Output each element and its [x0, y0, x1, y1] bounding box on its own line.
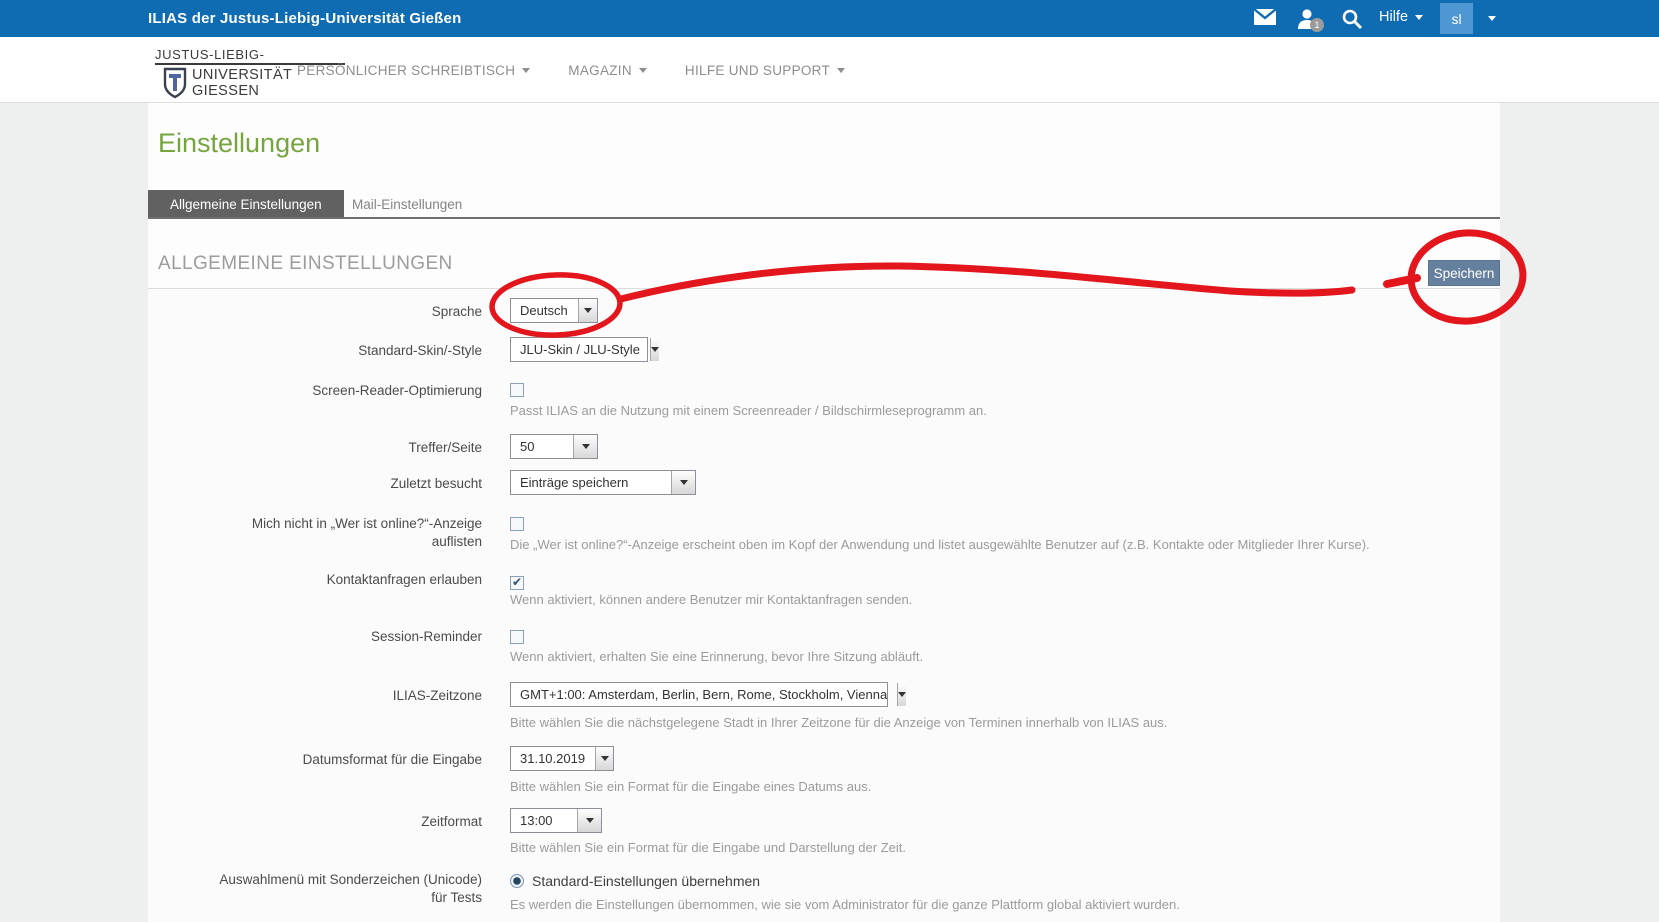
dropdown-arrow-icon[interactable]	[650, 338, 659, 361]
zuletzt-select[interactable]: Einträge speichern	[510, 470, 696, 495]
field-label: Datumsformat für die Eingabe	[148, 751, 482, 769]
main-nav: PERSÖNLICHER SCHREIBTISCH MAGAZIN HILFE …	[297, 37, 845, 103]
field-label: Standard-Skin/-Style	[148, 342, 482, 360]
field-help: Bitte wählen Sie die nächstgelegene Stad…	[510, 715, 1167, 730]
dropdown-arrow-icon[interactable]	[671, 471, 695, 494]
dropdown-arrow-icon[interactable]	[578, 299, 597, 322]
tab-allgemeine-einstellungen[interactable]: Allgemeine Einstellungen	[148, 190, 344, 218]
wer-ist-online-checkbox[interactable]	[510, 517, 524, 531]
field-help: Wenn aktiviert, können andere Benutzer m…	[510, 592, 912, 607]
selected-value: Einträge speichern	[511, 471, 638, 494]
chevron-down-icon	[639, 68, 647, 73]
section-title: ALLGEMEINE EINSTELLUNGEN	[158, 253, 453, 275]
help-menu[interactable]: Hilfe	[1379, 9, 1423, 25]
datumsformat-select[interactable]: 31.10.2019	[510, 746, 614, 771]
help-menu-label: Hilfe	[1379, 9, 1408, 25]
user-menu-chevron-icon[interactable]	[1488, 16, 1496, 21]
field-help: Es werden die Einstellungen übernommen, …	[510, 897, 1180, 912]
chevron-down-icon	[522, 68, 530, 73]
field-label: Treffer/Seite	[148, 439, 482, 457]
logo-text-block: UNIVERSITÄT GIESSEN	[192, 67, 292, 99]
selected-value: Deutsch	[511, 299, 578, 322]
selected-value: 13:00	[511, 809, 563, 832]
field-help: Bitte wählen Sie ein Format für die Eing…	[510, 779, 871, 794]
field-label: Zuletzt besucht	[148, 475, 482, 493]
field-label: Sprache	[148, 303, 482, 321]
dropdown-arrow-icon[interactable]	[573, 435, 597, 458]
field-label: Screen-Reader-Optimierung	[148, 382, 482, 400]
top-bar: ILIAS der Justus-Liebig-Universität Gieß…	[0, 0, 1659, 37]
field-label: Mich nicht in „Wer ist online?“-Anzeigea…	[148, 515, 482, 551]
nav-item-magazin[interactable]: MAGAZIN	[568, 63, 647, 78]
notification-badge: 1	[1310, 18, 1324, 32]
screenreader-checkbox[interactable]	[510, 383, 524, 397]
selected-value: 31.10.2019	[511, 747, 595, 770]
user-menu[interactable]: sl	[1440, 3, 1473, 34]
field-label: Auswahlmenü mit Sonderzeichen (Unicode)f…	[148, 871, 482, 907]
zeitzone-select[interactable]: GMT+1:00: Amsterdam, Berlin, Bern, Rome,…	[510, 682, 888, 707]
selected-value: JLU-Skin / JLU-Style	[511, 338, 650, 361]
nav-item-label: PERSÖNLICHER SCHREIBTISCH	[297, 63, 515, 78]
field-label: Zeitformat	[148, 813, 482, 831]
mail-icon[interactable]	[1253, 8, 1277, 26]
tab-bar-border	[148, 217, 1500, 219]
page-title: Einstellungen	[158, 128, 320, 159]
selected-value: GMT+1:00: Amsterdam, Berlin, Bern, Rome,…	[511, 683, 897, 706]
logo-text-line3: GIESSEN	[192, 83, 292, 99]
main-header: JUSTUS-LIEBIG- UNIVERSITÄT GIESSEN PERSÖ…	[0, 37, 1659, 103]
standard-einstellungen-radio[interactable]	[510, 874, 524, 888]
nav-item-personal-desktop[interactable]: PERSÖNLICHER SCHREIBTISCH	[297, 63, 530, 78]
field-help: Die „Wer ist online?“-Anzeige erscheint …	[510, 537, 1370, 552]
kontaktanfragen-checkbox[interactable]	[510, 576, 524, 590]
nav-item-help-support[interactable]: HILFE UND SUPPORT	[685, 63, 845, 78]
save-button[interactable]: Speichern	[1428, 260, 1500, 286]
app-title: ILIAS der Justus-Liebig-Universität Gieß…	[148, 10, 461, 27]
field-label: Kontaktanfragen erlauben	[148, 571, 482, 589]
dropdown-arrow-icon[interactable]	[595, 747, 613, 770]
field-label: ILIAS-Zeitzone	[148, 687, 482, 705]
dropdown-arrow-icon[interactable]	[577, 809, 601, 832]
logo-text-line2: UNIVERSITÄT	[192, 67, 292, 83]
field-help: Wenn aktiviert, erhalten Sie eine Erinne…	[510, 649, 923, 664]
chevron-down-icon	[837, 68, 845, 73]
dropdown-arrow-icon[interactable]	[897, 683, 906, 706]
search-icon[interactable]	[1341, 8, 1363, 30]
field-label: Session-Reminder	[148, 628, 482, 646]
jlu-shield-icon	[163, 67, 187, 99]
chevron-down-icon	[1415, 15, 1423, 20]
selected-value: 50	[511, 435, 544, 458]
treffer-select[interactable]: 50	[510, 434, 598, 459]
skin-select[interactable]: JLU-Skin / JLU-Style	[510, 337, 648, 362]
field-help: Passt ILIAS an die Nutzung mit einem Scr…	[510, 403, 987, 418]
sprache-select[interactable]: Deutsch	[510, 298, 598, 323]
session-reminder-checkbox[interactable]	[510, 630, 524, 644]
radio-option-label: Standard-Einstellungen übernehmen	[532, 873, 760, 889]
tab-mail-einstellungen[interactable]: Mail-Einstellungen	[330, 190, 484, 218]
nav-item-label: MAGAZIN	[568, 63, 632, 78]
zeitformat-select[interactable]: 13:00	[510, 808, 602, 833]
nav-item-label: HILFE UND SUPPORT	[685, 63, 830, 78]
field-help: Bitte wählen Sie ein Format für die Eing…	[510, 840, 906, 855]
